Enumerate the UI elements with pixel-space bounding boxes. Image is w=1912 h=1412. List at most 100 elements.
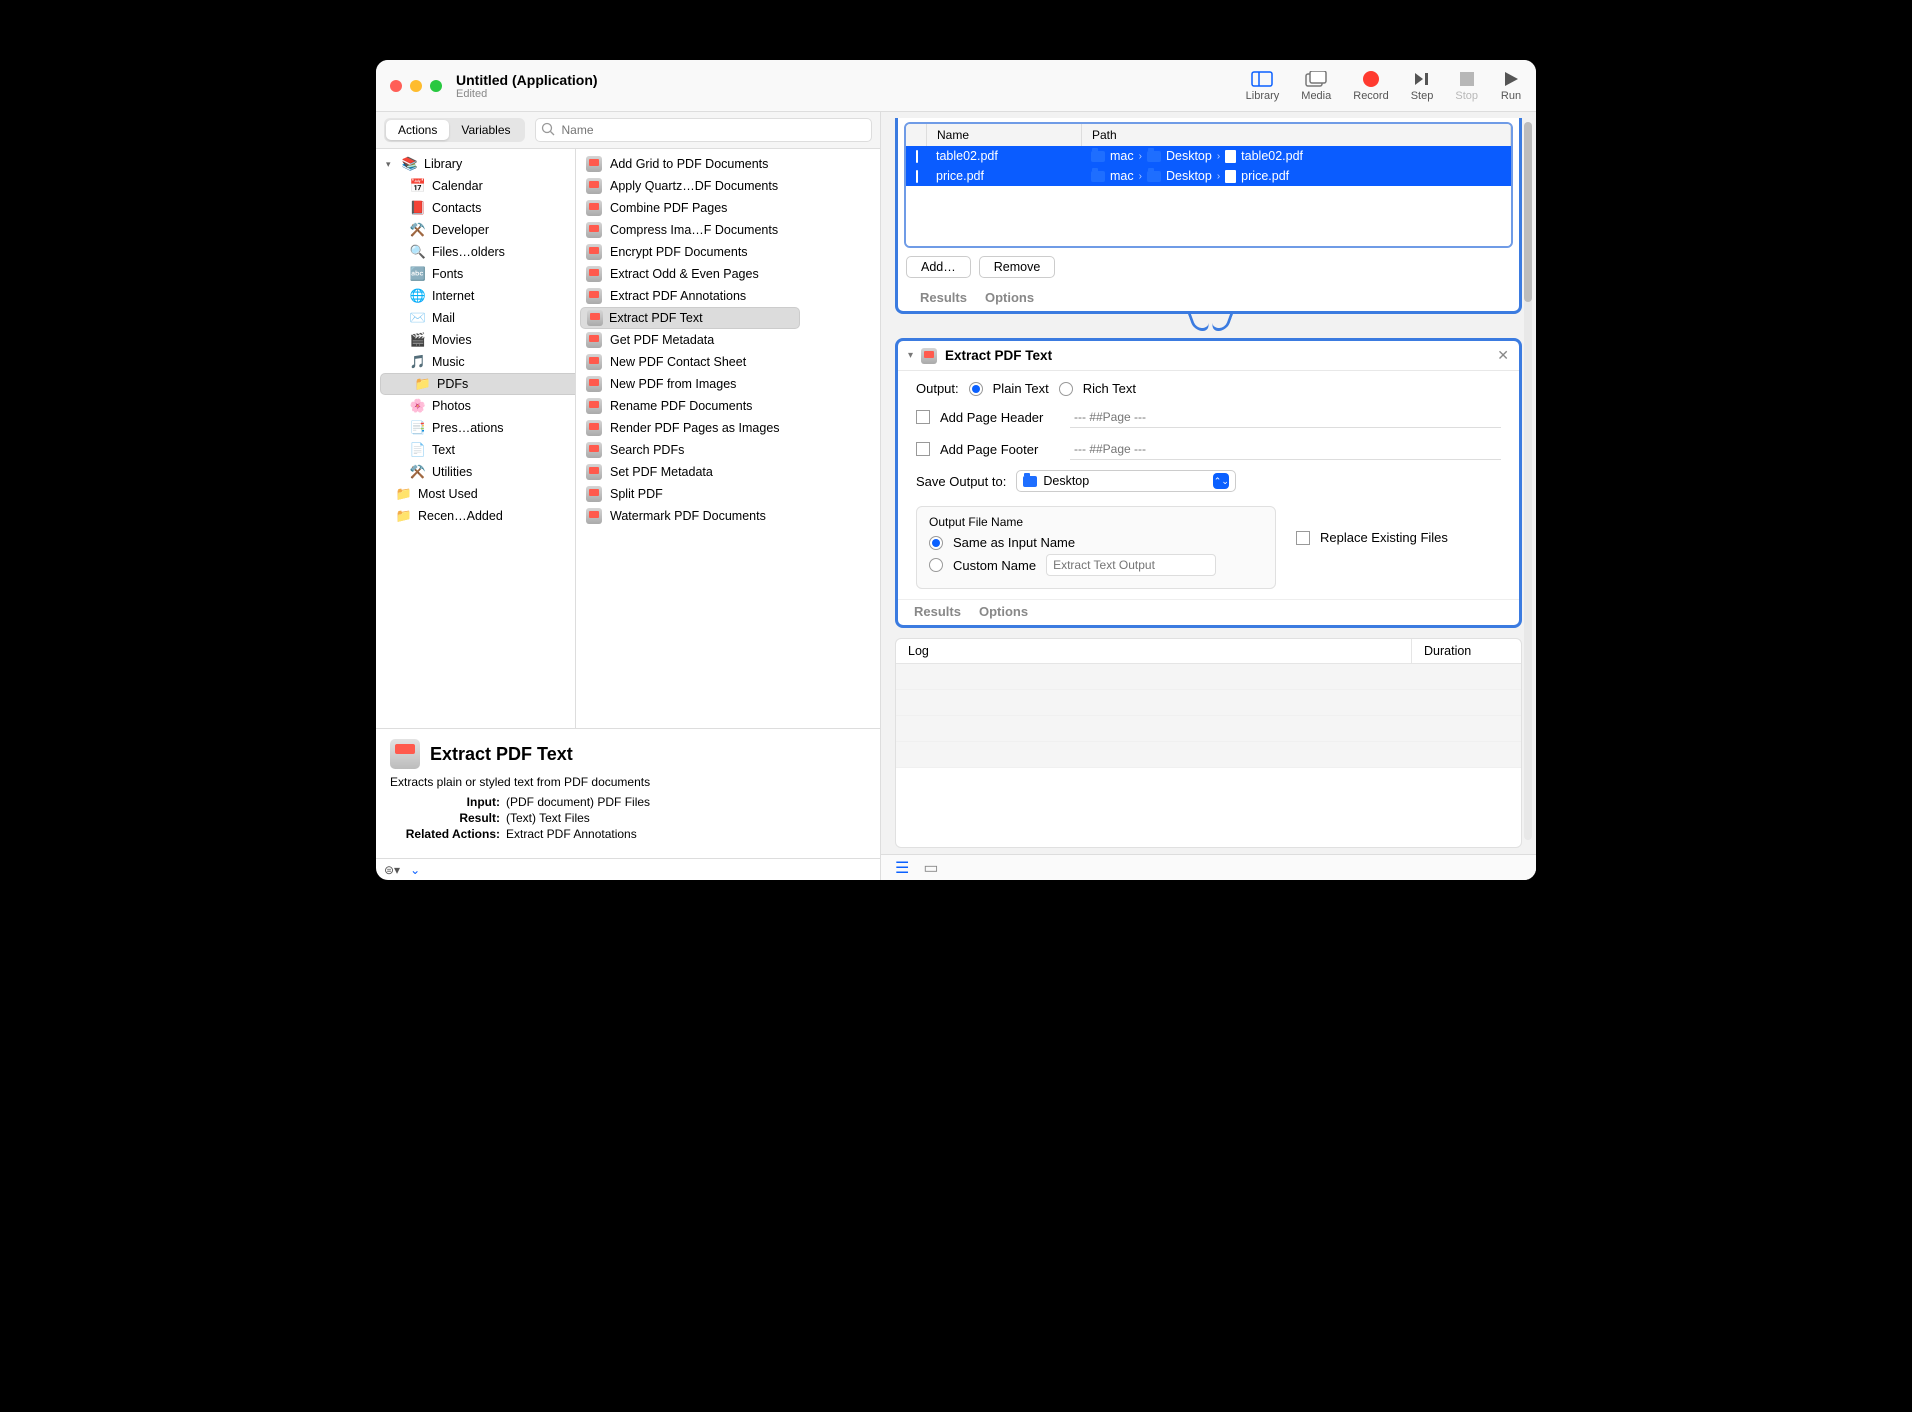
action-item[interactable]: Extract PDF Text [580, 307, 800, 329]
list-view-icon[interactable]: ☰ [895, 858, 909, 878]
search-field[interactable] [535, 118, 873, 142]
tree-item[interactable]: 📅Calendar [376, 175, 575, 197]
left-panel: Actions Variables ▾📚Library📅Calendar📕Con… [376, 112, 881, 880]
tree-item[interactable]: 📁PDFs [380, 373, 576, 395]
footer-field[interactable] [1070, 438, 1501, 460]
tree-item[interactable]: 🌐Internet [376, 285, 575, 307]
action-icon [586, 508, 602, 524]
action-icon [921, 348, 937, 364]
get-files-action[interactable]: Name Path table02.pdf mac › Desktop › ta… [895, 118, 1522, 314]
save-output-select[interactable]: Desktop ⌃⌄ [1016, 470, 1236, 492]
col-log[interactable]: Log [896, 639, 1411, 663]
zoom-window-button[interactable] [430, 80, 442, 92]
info-title: Extract PDF Text [430, 744, 573, 765]
actions-variables-segment[interactable]: Actions Variables [384, 118, 525, 142]
table-row[interactable]: table02.pdf mac › Desktop › table02.pdf [906, 146, 1511, 166]
tree-item[interactable]: ✉️Mail [376, 307, 575, 329]
disclosure-icon[interactable]: ▾ [908, 350, 913, 361]
favorite-icon[interactable]: ⌄ [410, 863, 420, 877]
file-table[interactable]: Name Path table02.pdf mac › Desktop › ta… [904, 122, 1513, 248]
extract-pdf-text-action[interactable]: ▾ Extract PDF Text ✕ Output: Plain Text … [895, 338, 1522, 628]
tab-options[interactable]: Options [979, 604, 1028, 619]
tab-options[interactable]: Options [985, 290, 1034, 305]
tab-results[interactable]: Results [914, 604, 961, 619]
action-item[interactable]: Render PDF Pages as Images [576, 417, 880, 439]
action-item[interactable]: Get PDF Metadata [576, 329, 880, 351]
toolbar-label: Media [1301, 90, 1331, 102]
col-path[interactable]: Path [1082, 124, 1511, 146]
run-button[interactable]: Run [1500, 70, 1522, 102]
add-footer-checkbox[interactable] [916, 442, 930, 456]
tree-item[interactable]: 📕Contacts [376, 197, 575, 219]
action-item[interactable]: New PDF from Images [576, 373, 880, 395]
close-icon[interactable]: ✕ [1497, 347, 1509, 364]
options-menu-icon[interactable]: ⊜▾ [384, 863, 400, 877]
search-icon [541, 122, 555, 136]
header-field[interactable] [1070, 406, 1501, 428]
add-button[interactable]: Add… [906, 256, 971, 278]
tab-results[interactable]: Results [920, 290, 967, 305]
action-icon [586, 332, 602, 348]
replace-files-checkbox[interactable] [1296, 531, 1310, 545]
tree-item[interactable]: 📑Pres…ations [376, 417, 575, 439]
action-item[interactable]: Set PDF Metadata [576, 461, 880, 483]
action-item[interactable]: Watermark PDF Documents [576, 505, 880, 527]
output-label: Output: [916, 381, 959, 396]
tab-actions[interactable]: Actions [386, 120, 449, 140]
plain-text-radio[interactable] [969, 382, 983, 396]
action-item[interactable]: New PDF Contact Sheet [576, 351, 880, 373]
record-button[interactable]: Record [1353, 70, 1388, 102]
tab-variables[interactable]: Variables [449, 120, 522, 140]
library-tree[interactable]: ▾📚Library📅Calendar📕Contacts⚒️Developer🔍F… [376, 149, 576, 728]
tree-item[interactable]: ⚒️Developer [376, 219, 575, 241]
tree-item[interactable]: 📁Recen…Added [376, 505, 575, 527]
col-name[interactable]: Name [927, 124, 1082, 146]
tree-item[interactable]: 🌸Photos [376, 395, 575, 417]
rich-text-radio[interactable] [1059, 382, 1073, 396]
table-row[interactable]: price.pdf mac › Desktop › price.pdf [906, 166, 1511, 186]
minimize-window-button[interactable] [410, 80, 422, 92]
action-item[interactable]: Apply Quartz…DF Documents [576, 175, 880, 197]
action-icon [586, 398, 602, 414]
action-item[interactable]: Compress Ima…F Documents [576, 219, 880, 241]
action-icon [586, 376, 602, 392]
tree-item[interactable]: 🎵Music [376, 351, 575, 373]
action-item[interactable]: Split PDF [576, 483, 880, 505]
action-icon [586, 354, 602, 370]
action-icon [586, 200, 602, 216]
scrollbar[interactable] [1524, 122, 1532, 840]
action-item[interactable]: Add Grid to PDF Documents [576, 153, 880, 175]
tree-item[interactable]: 📁Most Used [376, 483, 575, 505]
close-window-button[interactable] [390, 80, 402, 92]
action-icon [586, 266, 602, 282]
tree-item[interactable]: 🔤Fonts [376, 263, 575, 285]
action-item[interactable]: Encrypt PDF Documents [576, 241, 880, 263]
tree-item[interactable]: 🎬Movies [376, 329, 575, 351]
action-item[interactable]: Extract Odd & Even Pages [576, 263, 880, 285]
col-duration[interactable]: Duration [1411, 639, 1521, 663]
titlebar: Untitled (Application) Edited Library Me… [376, 60, 1536, 112]
media-button[interactable]: Media [1301, 70, 1331, 102]
remove-button[interactable]: Remove [979, 256, 1056, 278]
action-item[interactable]: Extract PDF Annotations [576, 285, 880, 307]
action-item[interactable]: Combine PDF Pages [576, 197, 880, 219]
tree-root[interactable]: ▾📚Library [376, 153, 575, 175]
tree-item[interactable]: 🔍Files…olders [376, 241, 575, 263]
right-bottom-bar: ☰ ▭ [881, 854, 1536, 880]
action-item[interactable]: Rename PDF Documents [576, 395, 880, 417]
tree-item[interactable]: 📄Text [376, 439, 575, 461]
tree-item[interactable]: ⚒️Utilities [376, 461, 575, 483]
custom-name-field[interactable] [1046, 554, 1216, 576]
step-button[interactable]: Step [1411, 70, 1434, 102]
library-button[interactable]: Library [1246, 70, 1280, 102]
action-icon [586, 442, 602, 458]
stop-button[interactable]: Stop [1455, 70, 1478, 102]
action-item[interactable]: Search PDFs [576, 439, 880, 461]
actions-list[interactable]: Add Grid to PDF DocumentsApply Quartz…DF… [576, 149, 880, 728]
custom-name-radio[interactable] [929, 558, 943, 572]
same-name-radio[interactable] [929, 536, 943, 550]
outline-view-icon[interactable]: ▭ [923, 858, 938, 878]
folder-icon [1023, 476, 1037, 487]
add-header-checkbox[interactable] [916, 410, 930, 424]
search-input[interactable] [535, 118, 873, 142]
